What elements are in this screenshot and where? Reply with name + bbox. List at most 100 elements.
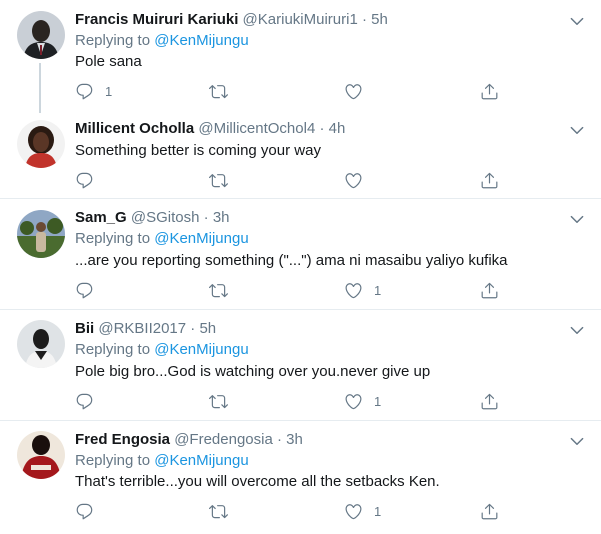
share-button[interactable] bbox=[480, 391, 499, 411]
like-button[interactable]: 1 bbox=[344, 391, 381, 411]
timestamp[interactable]: 5h bbox=[199, 320, 216, 337]
like-button[interactable]: 1 bbox=[344, 501, 381, 521]
tweet-text: Pole sana bbox=[75, 53, 142, 70]
share-button[interactable] bbox=[480, 81, 499, 101]
reply-icon bbox=[75, 171, 94, 190]
tweet-header: Millicent Ocholla @MillicentOchol4 · 4h bbox=[75, 119, 345, 139]
retweet-button[interactable] bbox=[209, 81, 228, 101]
user-handle[interactable]: @SGitosh bbox=[131, 209, 200, 226]
display-name[interactable]: Sam_G bbox=[75, 209, 127, 226]
reply-icon bbox=[75, 281, 94, 300]
retweet-icon bbox=[209, 82, 228, 101]
separator-dot: · bbox=[203, 209, 209, 226]
like-count: 1 bbox=[374, 503, 382, 519]
tweet-actions: 1 bbox=[75, 81, 505, 101]
heart-icon bbox=[344, 392, 363, 411]
replying-to: Replying to @KenMijungu bbox=[75, 229, 249, 249]
reply-button[interactable] bbox=[75, 391, 94, 411]
chevron-down-icon[interactable] bbox=[568, 321, 586, 339]
avatar[interactable] bbox=[17, 320, 65, 368]
retweet-icon bbox=[209, 281, 228, 300]
reply-button[interactable] bbox=[75, 501, 94, 521]
mention-link[interactable]: @KenMijungu bbox=[154, 32, 248, 49]
timestamp[interactable]: 3h bbox=[213, 209, 230, 226]
tweet-actions bbox=[75, 170, 505, 190]
chevron-down-icon[interactable] bbox=[568, 210, 586, 228]
tweet[interactable]: Francis Muiruri Kariuki @KariukiMuiruri1… bbox=[0, 0, 601, 113]
tweet-header: Bii @RKBII2017 · 5h bbox=[75, 319, 216, 339]
share-button[interactable] bbox=[480, 280, 499, 300]
tweet[interactable]: Fred Engosia @Fredengosia · 3h Replying … bbox=[0, 421, 601, 534]
retweet-button[interactable] bbox=[209, 170, 228, 190]
display-name[interactable]: Francis Muiruri Kariuki bbox=[75, 11, 238, 28]
avatar[interactable] bbox=[17, 210, 65, 258]
tweet-text: Pole big bro...God is watching over you.… bbox=[75, 363, 431, 380]
display-name[interactable]: Millicent Ocholla bbox=[75, 120, 194, 137]
retweet-icon bbox=[209, 171, 228, 190]
tweet-text: Something better is coming your way bbox=[75, 142, 321, 159]
retweet-icon bbox=[209, 502, 228, 521]
replying-to: Replying to @KenMijungu bbox=[75, 451, 249, 471]
share-button[interactable] bbox=[480, 501, 499, 521]
mention-link[interactable]: @KenMijungu bbox=[154, 341, 248, 358]
user-handle[interactable]: @KariukiMuiruri1 bbox=[243, 11, 358, 28]
display-name[interactable]: Bii bbox=[75, 320, 94, 337]
reply-button[interactable] bbox=[75, 170, 94, 190]
timestamp[interactable]: 3h bbox=[286, 431, 303, 448]
tweet-actions: 1 bbox=[75, 391, 505, 411]
retweet-button[interactable] bbox=[209, 501, 228, 521]
separator-dot: · bbox=[361, 11, 367, 28]
share-icon bbox=[480, 281, 499, 300]
replying-prefix: Replying to bbox=[75, 32, 151, 49]
timestamp[interactable]: 5h bbox=[371, 11, 388, 28]
retweet-button[interactable] bbox=[209, 391, 228, 411]
like-button[interactable] bbox=[344, 81, 363, 101]
tweet-text: ...are you reporting something ("...") a… bbox=[75, 252, 508, 269]
display-name[interactable]: Fred Engosia bbox=[75, 431, 170, 448]
separator-dot: · bbox=[319, 120, 325, 137]
mention-link[interactable]: @KenMijungu bbox=[154, 452, 248, 469]
reply-icon bbox=[75, 82, 94, 101]
reply-button[interactable] bbox=[75, 280, 94, 300]
tweet-header: Francis Muiruri Kariuki @KariukiMuiruri1… bbox=[75, 10, 388, 30]
user-handle[interactable]: @Fredengosia bbox=[174, 431, 273, 448]
replying-to: Replying to @KenMijungu bbox=[75, 31, 249, 51]
user-handle[interactable]: @MillicentOchol4 bbox=[198, 120, 315, 137]
retweet-icon bbox=[209, 392, 228, 411]
mention-link[interactable]: @KenMijungu bbox=[154, 230, 248, 247]
heart-icon bbox=[344, 281, 363, 300]
tweet[interactable]: Sam_G @SGitosh · 3h Replying to @KenMiju… bbox=[0, 199, 601, 310]
replying-prefix: Replying to bbox=[75, 452, 151, 469]
like-button[interactable]: 1 bbox=[344, 280, 381, 300]
separator-dot: · bbox=[277, 431, 282, 448]
share-icon bbox=[480, 502, 499, 521]
separator-dot: · bbox=[190, 320, 196, 337]
like-count: 1 bbox=[374, 393, 382, 409]
tweet[interactable]: Millicent Ocholla @MillicentOchol4 · 4h … bbox=[0, 110, 601, 199]
timestamp[interactable]: 4h bbox=[329, 120, 346, 137]
heart-icon bbox=[344, 171, 363, 190]
user-handle[interactable]: @RKBII2017 bbox=[98, 320, 186, 337]
tweet-header: Fred Engosia @Fredengosia · 3h bbox=[75, 430, 303, 450]
share-icon bbox=[480, 171, 499, 190]
retweet-button[interactable] bbox=[209, 280, 228, 300]
avatar[interactable] bbox=[17, 431, 65, 479]
share-icon bbox=[480, 392, 499, 411]
chevron-down-icon[interactable] bbox=[568, 12, 586, 30]
avatar[interactable] bbox=[17, 120, 65, 168]
reply-count: 1 bbox=[105, 83, 113, 99]
tweet-text: That's terrible...you will overcome all … bbox=[75, 473, 440, 490]
share-button[interactable] bbox=[480, 170, 499, 190]
reply-icon bbox=[75, 502, 94, 521]
tweet-header: Sam_G @SGitosh · 3h bbox=[75, 208, 230, 228]
chevron-down-icon[interactable] bbox=[568, 432, 586, 450]
tweet-actions: 1 bbox=[75, 280, 505, 300]
chevron-down-icon[interactable] bbox=[568, 121, 586, 139]
like-button[interactable] bbox=[344, 170, 363, 190]
tweet[interactable]: Bii @RKBII2017 · 5h Replying to @KenMiju… bbox=[0, 310, 601, 421]
replying-to: Replying to @KenMijungu bbox=[75, 340, 249, 360]
reply-button[interactable]: 1 bbox=[75, 81, 112, 101]
avatar[interactable] bbox=[17, 11, 65, 59]
share-icon bbox=[480, 82, 499, 101]
heart-icon bbox=[344, 82, 363, 101]
